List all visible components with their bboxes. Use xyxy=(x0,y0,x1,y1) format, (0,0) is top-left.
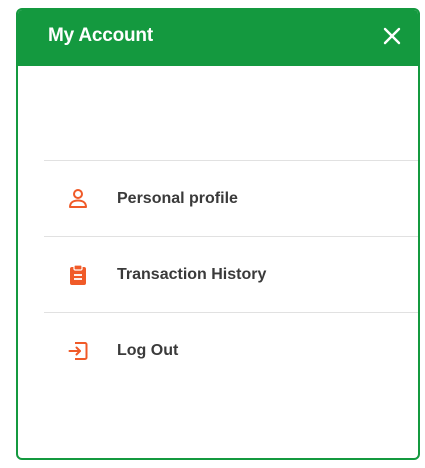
panel-title: My Account xyxy=(48,25,153,46)
menu-item-personal-profile[interactable]: Personal profile xyxy=(44,162,418,236)
menu-divider xyxy=(44,236,418,237)
menu-divider xyxy=(44,312,418,313)
close-icon xyxy=(383,27,401,45)
menu-item-log-out[interactable]: Log Out xyxy=(44,314,418,388)
my-account-panel: My Account Personal profile Transaction … xyxy=(16,8,420,460)
menu-item-label: Personal profile xyxy=(117,190,238,207)
person-icon xyxy=(66,187,90,211)
panel-header: My Account xyxy=(18,10,418,66)
clipboard-icon xyxy=(66,263,90,287)
close-button[interactable] xyxy=(378,22,406,50)
logout-icon xyxy=(66,339,90,363)
menu-item-label: Transaction History xyxy=(117,266,267,283)
menu-item-label: Log Out xyxy=(117,342,179,359)
menu-divider xyxy=(44,160,418,161)
menu-item-transaction-history[interactable]: Transaction History xyxy=(44,238,418,312)
